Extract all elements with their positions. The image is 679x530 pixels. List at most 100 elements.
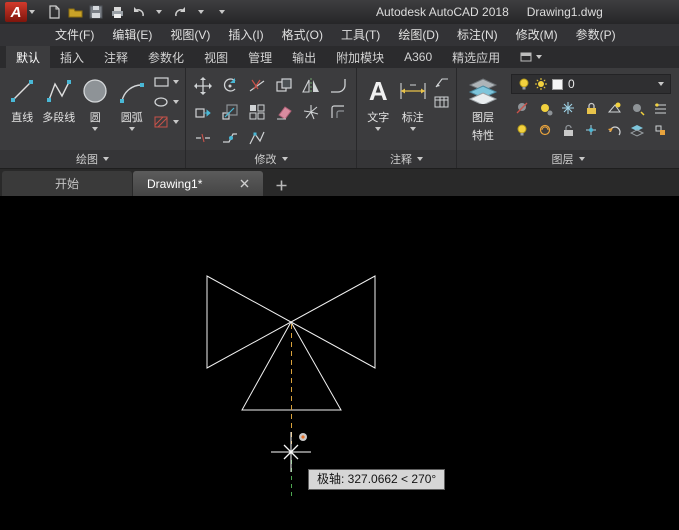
offset-button[interactable] [325, 99, 351, 124]
ellipse-button[interactable] [154, 95, 179, 109]
join-button[interactable] [217, 125, 243, 150]
rectangle-button[interactable] [154, 75, 179, 89]
explode-button[interactable] [298, 99, 324, 124]
qat-customize-button[interactable] [212, 2, 232, 22]
leader-button[interactable] [434, 75, 450, 89]
tab-manage[interactable]: 管理 [238, 46, 282, 68]
menu-dimension[interactable]: 标注(N) [448, 24, 507, 46]
open-file-button[interactable] [65, 2, 85, 22]
menu-insert[interactable]: 插入(I) [219, 24, 272, 46]
autocad-window: A Autode [0, 0, 679, 530]
circle-button[interactable]: 圆 [77, 71, 114, 131]
menu-parametric[interactable]: 参数(P) [567, 24, 625, 46]
panel-layers-label: 图层 [552, 151, 574, 167]
tab-annotate[interactable]: 注释 [94, 46, 138, 68]
layer-prev-button[interactable] [603, 120, 625, 141]
layer-dropdown[interactable]: 0 [511, 74, 671, 94]
menu-edit[interactable]: 编辑(E) [103, 24, 161, 46]
hatch-button[interactable] [154, 115, 179, 129]
layer-match-button[interactable] [603, 98, 625, 119]
arc-icon [116, 75, 148, 107]
tab-insert[interactable]: 插入 [50, 46, 94, 68]
mirror-button[interactable] [298, 73, 324, 98]
menu-modify[interactable]: 修改(M) [507, 24, 567, 46]
text-button[interactable]: A 文字 [361, 71, 396, 131]
rotate-button[interactable] [217, 73, 243, 98]
layer-freeze-all-button[interactable] [580, 120, 602, 141]
layer-lock-button[interactable] [580, 98, 602, 119]
layer-merge-icon [653, 123, 668, 138]
fillet-button[interactable] [325, 73, 351, 98]
menu-format[interactable]: 格式(O) [273, 24, 332, 46]
layer-isolate-button[interactable] [534, 98, 556, 119]
layer-on-icon [515, 123, 530, 138]
erase-button[interactable] [271, 99, 297, 124]
panel-layers-footer[interactable]: 图层 [457, 150, 679, 168]
line-button[interactable]: 直线 [4, 71, 41, 125]
explode-icon [302, 103, 320, 121]
array-button[interactable] [244, 99, 270, 124]
copy-button[interactable] [271, 73, 297, 98]
redo-button[interactable] [170, 2, 190, 22]
plot-button[interactable] [107, 2, 127, 22]
layer-unlock-button[interactable] [557, 120, 579, 141]
trim-button[interactable] [244, 73, 270, 98]
drawing-area[interactable]: 极轴: 327.0662 < 270° [0, 196, 679, 530]
tab-view[interactable]: 视图 [194, 46, 238, 68]
edit-polyline-button[interactable] [244, 125, 270, 150]
menu-draw[interactable]: 绘图(D) [389, 24, 448, 46]
tab-featured-apps[interactable]: 精选应用 [442, 46, 510, 68]
circle-label: 圆 [90, 109, 101, 125]
ribbon-display-toggle[interactable] [512, 46, 550, 68]
layer-state-button[interactable] [626, 120, 648, 141]
layer-properties-label-1: 图层 [472, 109, 494, 125]
panel-modify-footer[interactable]: 修改 [186, 150, 356, 168]
fillet-icon [329, 77, 347, 95]
dimension-button[interactable]: 标注 [396, 71, 431, 131]
menu-view[interactable]: 视图(V) [161, 24, 219, 46]
ribbon-tab-bar: 默认 插入 注释 参数化 视图 管理 输出 附加模块 A360 精选应用 [0, 46, 679, 68]
arc-button[interactable]: 圆弧 [114, 71, 151, 131]
panel-draw: 直线 多段线 圆 [0, 68, 186, 168]
layer-properties-button[interactable]: 图层 特性 [461, 71, 505, 143]
panel-draw-footer[interactable]: 绘图 [0, 150, 185, 168]
undo-button[interactable] [128, 2, 148, 22]
table-button[interactable] [434, 95, 450, 109]
panel-modify-label: 修改 [255, 151, 277, 167]
layer-walk-button[interactable] [649, 98, 671, 119]
panel-annotate-footer[interactable]: 注释 [357, 150, 456, 168]
layer-freeze-button[interactable] [557, 98, 579, 119]
layer-off-button[interactable] [511, 98, 533, 119]
scale-button[interactable] [217, 99, 243, 124]
mirror-icon [302, 77, 320, 95]
close-icon[interactable] [240, 179, 249, 188]
layer-unisolate-button[interactable] [626, 98, 648, 119]
circle-flyout-caret-icon [92, 127, 98, 131]
new-drawing-button[interactable] [270, 174, 292, 196]
menu-tools[interactable]: 工具(T) [332, 24, 389, 46]
save-button[interactable] [86, 2, 106, 22]
layer-thaw-button[interactable] [534, 120, 556, 141]
break-button[interactable] [190, 125, 216, 150]
tab-drawing1[interactable]: Drawing1* [133, 171, 263, 196]
tab-addins[interactable]: 附加模块 [326, 46, 394, 68]
line-icon [6, 75, 38, 107]
polyline-button[interactable]: 多段线 [41, 71, 78, 125]
menu-file[interactable]: 文件(F) [46, 24, 103, 46]
tab-a360[interactable]: A360 [394, 46, 442, 68]
tab-parametric[interactable]: 参数化 [138, 46, 194, 68]
new-file-button[interactable] [44, 2, 64, 22]
app-menu-button[interactable]: A [0, 0, 40, 24]
tab-start[interactable]: 开始 [2, 171, 132, 196]
ribbon-state-icon [520, 52, 532, 62]
redo-caret-button[interactable] [191, 2, 211, 22]
layer-on-button[interactable] [511, 120, 533, 141]
tab-home[interactable]: 默认 [6, 46, 50, 68]
trim-icon [248, 77, 266, 95]
rectangle-icon [154, 75, 170, 89]
move-button[interactable] [190, 73, 216, 98]
undo-caret-button[interactable] [149, 2, 169, 22]
stretch-button[interactable] [190, 99, 216, 124]
layer-merge-button[interactable] [649, 120, 671, 141]
tab-output[interactable]: 输出 [282, 46, 326, 68]
